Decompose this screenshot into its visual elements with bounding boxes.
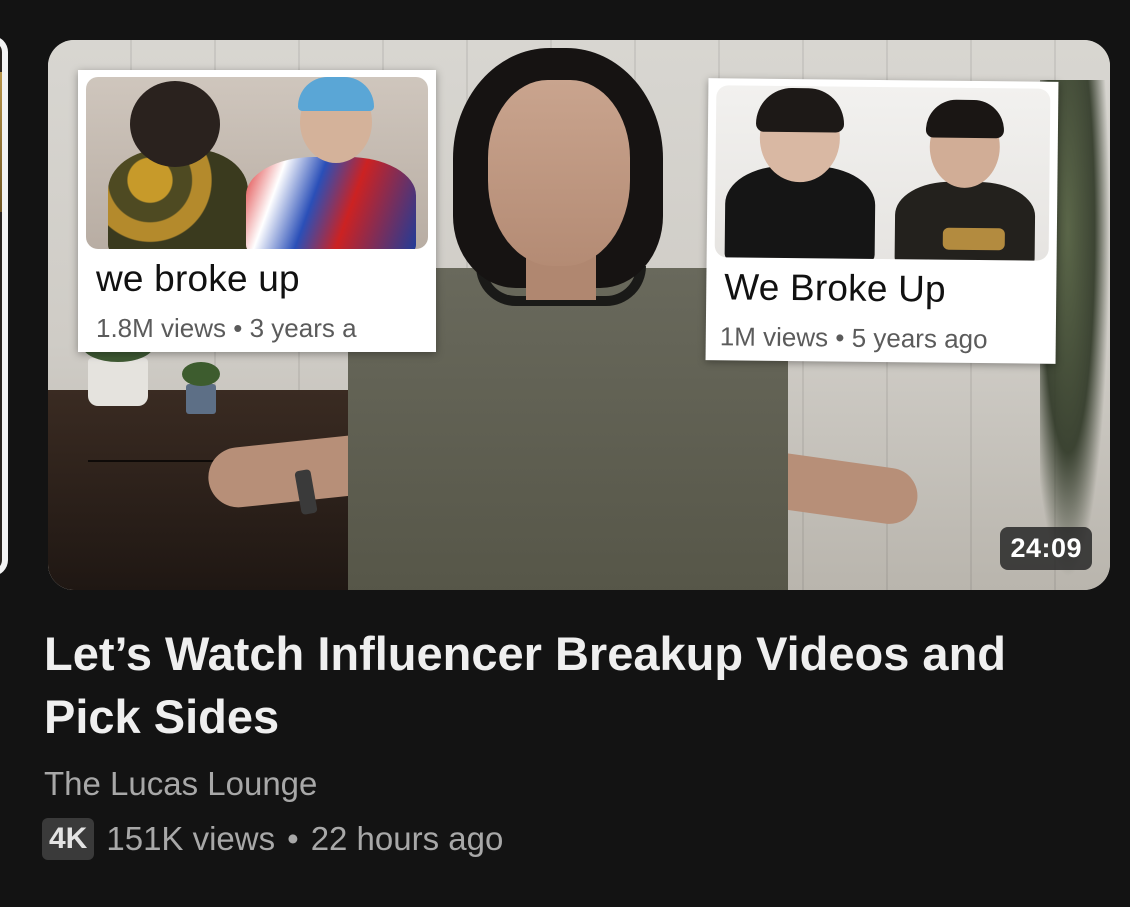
inset-figure (246, 157, 416, 249)
previous-video-card-edge[interactable] (0, 36, 8, 576)
video-title[interactable]: Let’s Watch Influencer Breakup Videos an… (44, 622, 1104, 748)
inset-figure-hair (925, 99, 1005, 139)
inset-figure-hat (298, 77, 374, 111)
inset-video-card: we broke up 1.8M views • 3 years a (78, 70, 436, 352)
inset-video-title: We Broke Up (724, 266, 947, 310)
inset-video-meta: 1.8M views • 3 years a (96, 313, 357, 343)
inset-video-card: We Broke Up 1M views • 5 years ago (705, 78, 1059, 364)
video-metadata: 4K 151K views • 22 hours ago (42, 818, 503, 860)
video-thumbnail[interactable]: we broke up 1.8M views • 3 years a We Br… (48, 40, 1110, 590)
inset-video-title: we broke up (96, 258, 300, 299)
inset-figure-hair (755, 87, 845, 133)
quality-badge: 4K (42, 818, 95, 860)
inset-video-image (714, 85, 1051, 261)
inset-jersey-logo (942, 227, 1005, 251)
thumbnail-plant-pot (82, 328, 154, 406)
inset-video-image (86, 77, 428, 249)
thumbnail-person-face (488, 80, 630, 266)
inset-figure-head (130, 81, 220, 167)
upload-age: 22 hours ago (310, 820, 504, 857)
channel-name[interactable]: The Lucas Lounge (44, 765, 317, 803)
view-count: 151K views (106, 820, 276, 857)
meta-separator: • (287, 820, 299, 857)
thumbnail-plant-pot (182, 362, 220, 414)
inset-video-meta: 1M views • 5 years ago (719, 321, 988, 355)
video-duration-badge: 24:09 (1000, 527, 1092, 570)
